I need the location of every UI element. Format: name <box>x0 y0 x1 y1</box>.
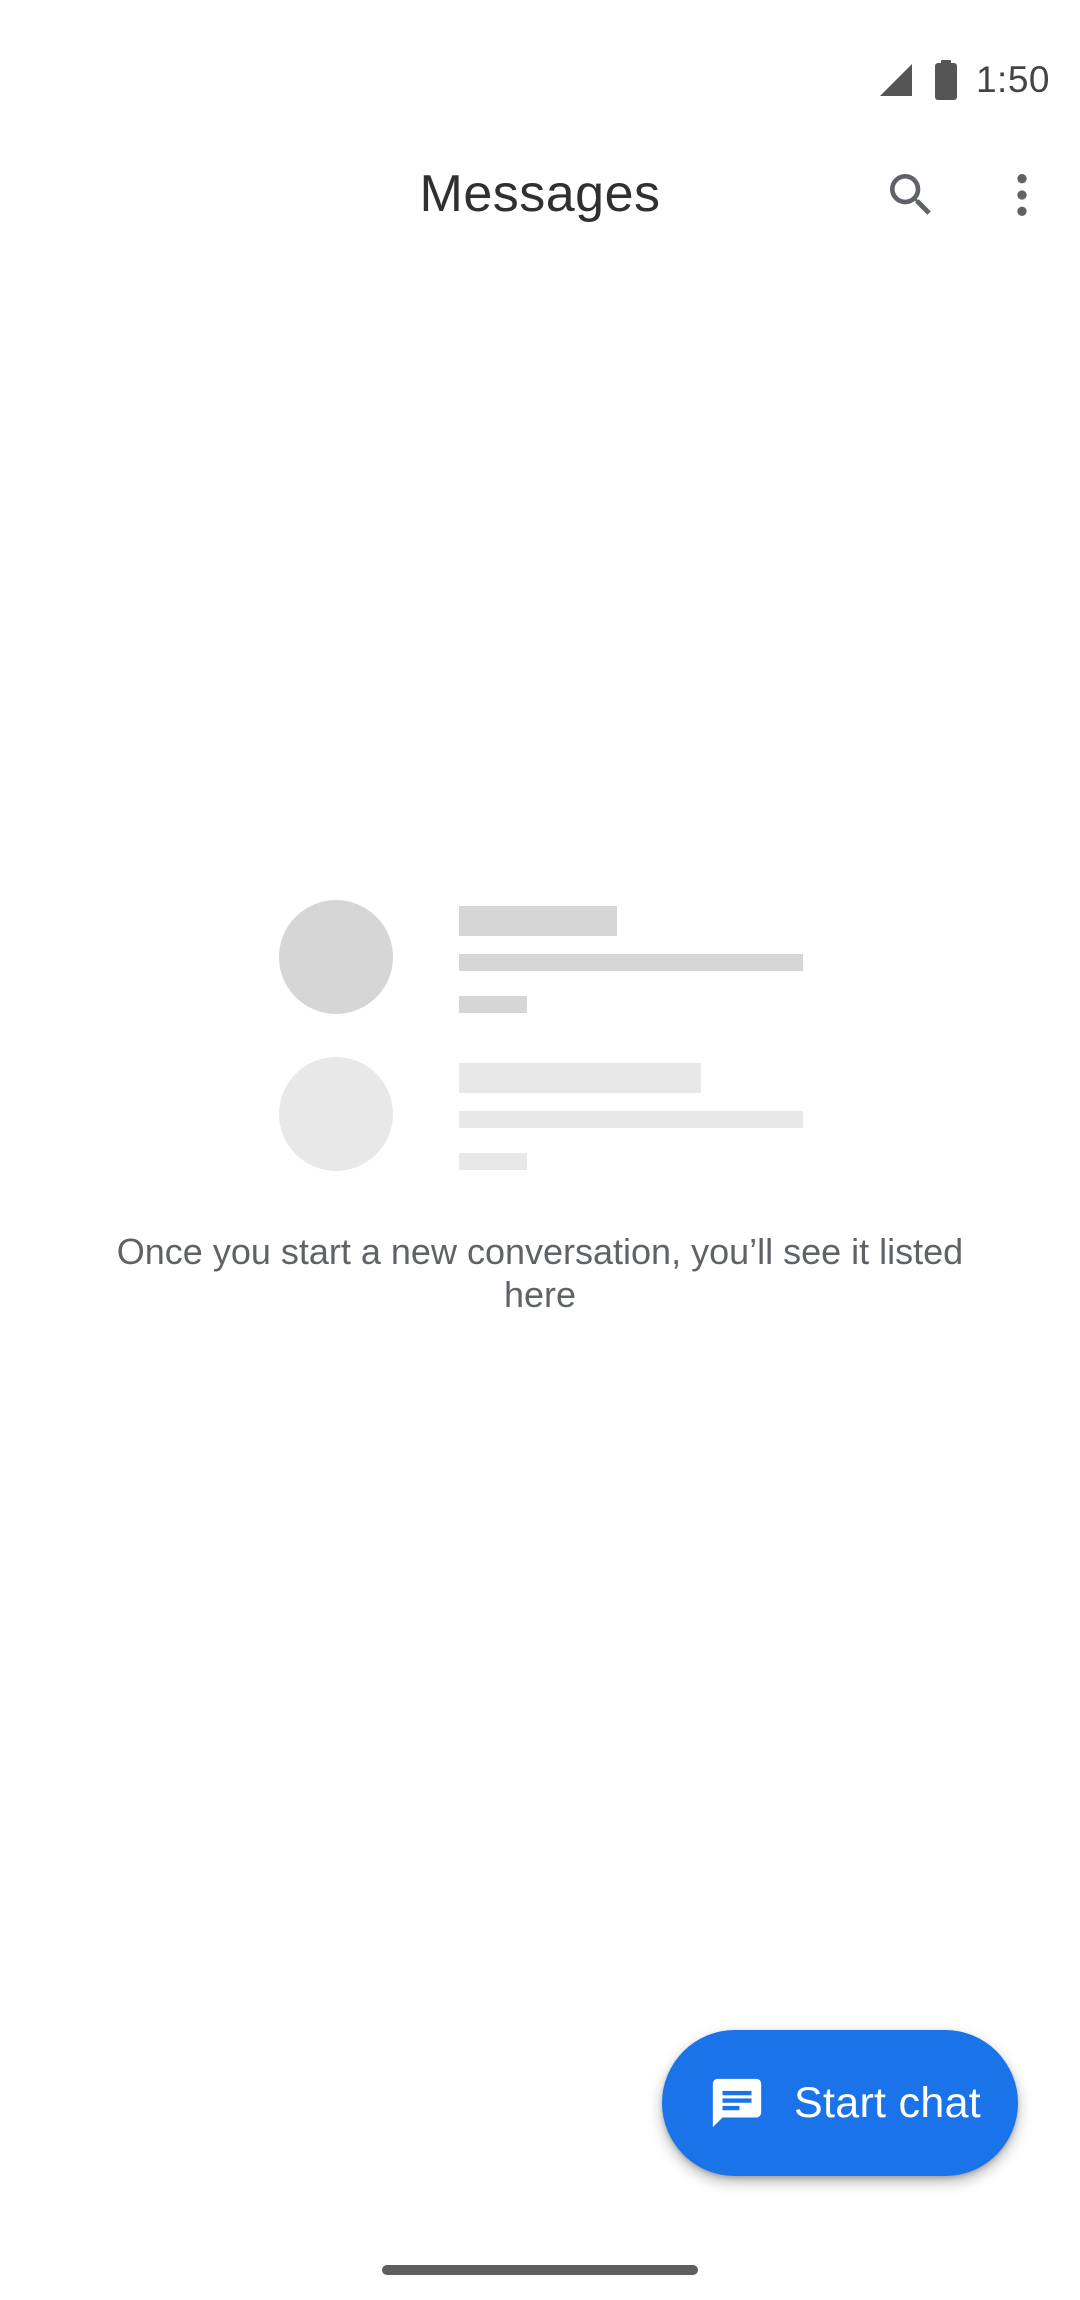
empty-state-message: Once you start a new conversation, you’l… <box>116 1231 964 1315</box>
cell-signal-icon <box>879 64 912 96</box>
start-chat-button[interactable]: Start chat <box>662 2030 1018 2176</box>
placeholder-line <box>459 996 527 1013</box>
empty-state-illustration <box>279 900 809 1180</box>
placeholder-avatar-1 <box>279 900 393 1014</box>
chat-bubble-icon <box>712 2078 762 2128</box>
search-button[interactable] <box>866 150 956 240</box>
placeholder-line <box>459 954 803 971</box>
placeholder-line <box>459 1063 701 1093</box>
battery-icon <box>934 60 957 100</box>
more-vert-icon <box>1017 174 1027 216</box>
top-app-bar: Messages <box>0 150 1080 240</box>
placeholder-line <box>459 1153 527 1170</box>
placeholder-avatar-2 <box>279 1057 393 1171</box>
placeholder-line <box>459 906 617 936</box>
messages-screen: 1:50 Messages Once you start a new conve… <box>0 0 1080 2300</box>
status-bar: 1:50 <box>878 52 1050 108</box>
start-chat-label: Start chat <box>794 2078 982 2127</box>
search-icon <box>890 174 931 215</box>
more-options-button[interactable] <box>977 150 1067 240</box>
gesture-nav-handle[interactable] <box>382 2265 698 2275</box>
status-time: 1:50 <box>975 59 1050 100</box>
placeholder-line <box>459 1111 803 1128</box>
